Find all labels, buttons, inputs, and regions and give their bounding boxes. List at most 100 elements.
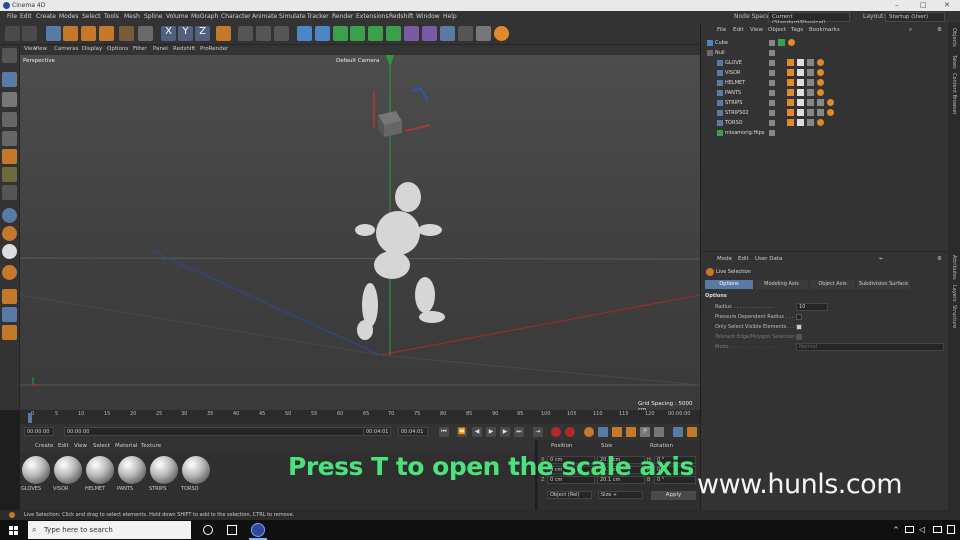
weight-tag-icon[interactable] <box>817 89 824 96</box>
undo-icon[interactable] <box>5 26 20 41</box>
notifications-icon[interactable] <box>947 525 955 534</box>
close-icon[interactable]: ✕ <box>944 1 950 9</box>
model-mode-icon[interactable] <box>2 72 17 87</box>
mode-dropdown[interactable]: Normal <box>796 343 944 351</box>
menu-redshift[interactable]: Redshift <box>389 13 413 20</box>
material-menu-create[interactable]: Create <box>35 443 53 449</box>
menu-tools[interactable]: Tools <box>104 13 119 20</box>
points-mode-icon[interactable] <box>2 112 17 127</box>
material-menu-material[interactable]: Material <box>115 443 137 449</box>
parameter-key-icon[interactable]: P <box>640 427 650 437</box>
texture-tag-icon[interactable] <box>807 89 814 96</box>
om-search-icon[interactable]: ⌕ <box>909 27 912 34</box>
weight-tag-icon[interactable] <box>827 99 834 106</box>
phong-tag-icon[interactable] <box>797 59 804 66</box>
skin-tag-icon[interactable] <box>787 69 794 76</box>
range-end-field[interactable]: 00:04:01 <box>363 427 391 436</box>
polygons-mode-icon[interactable] <box>2 149 17 164</box>
menu-create[interactable]: Create <box>36 13 56 20</box>
select-tool-icon[interactable] <box>46 26 61 41</box>
pen-spline-icon[interactable] <box>315 26 330 41</box>
start-time-field[interactable]: 00:00:00 <box>64 427 364 436</box>
om-settings-icon[interactable]: ⚙ <box>937 27 942 33</box>
skin-tag-icon[interactable] <box>787 119 794 126</box>
volume-icon[interactable]: ◁ <box>919 525 925 534</box>
render-settings-icon[interactable] <box>274 26 289 41</box>
phong-tag-icon[interactable] <box>797 109 804 116</box>
edges-mode-icon[interactable] <box>2 131 17 146</box>
model-mode-icon[interactable] <box>138 26 153 41</box>
menu-tracker[interactable]: Tracker <box>307 13 329 20</box>
keyframe-selection-icon[interactable] <box>584 427 594 437</box>
max-time-field[interactable]: 00:04:01 <box>398 427 428 436</box>
scale-tool-icon[interactable] <box>81 26 96 41</box>
workplane-icon[interactable] <box>2 244 17 259</box>
rotation-key-icon[interactable] <box>626 427 636 437</box>
menu-spline[interactable]: Spline <box>144 13 162 20</box>
texture-tag-icon[interactable] <box>807 79 814 86</box>
snap-icon[interactable] <box>2 208 17 223</box>
axis-mode-icon[interactable] <box>2 185 17 200</box>
viewport-camera-label[interactable]: Default Camera <box>336 58 379 64</box>
visibility-toggle[interactable] <box>769 120 775 126</box>
cinema4d-taskbar-icon[interactable] <box>251 523 265 537</box>
material-swatch[interactable]: HELMET <box>85 456 115 494</box>
menu-render[interactable]: Render <box>332 13 353 20</box>
cloner-icon[interactable] <box>368 26 383 41</box>
tab-subdivision-surface[interactable]: Subdivision Surface <box>857 280 910 289</box>
scale-key-icon[interactable] <box>612 427 622 437</box>
radius-input[interactable]: 10 <box>796 303 828 311</box>
phong-tag-icon[interactable] <box>797 69 804 76</box>
viewport-menu-redshift[interactable]: Redshift <box>173 46 195 52</box>
object-row-strips02[interactable]: STRIPS02 <box>701 108 948 118</box>
am-menu-user-data[interactable]: User Data <box>755 256 782 262</box>
recent-tools-icon[interactable] <box>119 26 134 41</box>
visibility-toggle[interactable] <box>769 110 775 116</box>
material-swatch[interactable]: VISOR <box>53 456 83 494</box>
menu-help[interactable]: Help <box>443 13 457 20</box>
check-tag-icon[interactable] <box>778 39 785 46</box>
tag-icon[interactable] <box>788 39 795 46</box>
menu-modes[interactable]: Modes <box>59 13 78 20</box>
vtab-layers[interactable]: Layers <box>951 285 957 302</box>
weight-tag-icon[interactable] <box>827 109 834 116</box>
timeline-window-icon[interactable] <box>673 427 683 437</box>
vtab-attributes[interactable]: Attributes <box>951 255 957 280</box>
am-menu-edit[interactable]: Edit <box>738 256 749 262</box>
visibility-toggle[interactable] <box>769 80 775 86</box>
menu-edit[interactable]: Edit <box>20 13 32 20</box>
floor-icon[interactable] <box>422 26 437 41</box>
texture-tag-icon[interactable] <box>807 119 814 126</box>
vtab-takes[interactable]: Takes <box>951 55 957 69</box>
coordinate-system-icon[interactable] <box>216 26 231 41</box>
visible-only-checkbox[interactable] <box>796 324 802 330</box>
viewport-menu-view-label[interactable]: View <box>34 46 47 52</box>
windows-start-icon[interactable] <box>9 526 18 535</box>
array-icon[interactable] <box>350 26 365 41</box>
texture-tag-icon[interactable] <box>807 99 814 106</box>
skin-tag-icon[interactable] <box>787 79 794 86</box>
visibility-toggle[interactable] <box>769 60 775 66</box>
om-menu-view[interactable]: View <box>750 27 763 33</box>
texture-tag-icon[interactable] <box>807 69 814 76</box>
skin-tag-icon[interactable] <box>787 59 794 66</box>
uv-mode-icon[interactable] <box>2 167 17 182</box>
play-icon[interactable]: ▶ <box>486 427 496 437</box>
tray-chevron-icon[interactable]: ^ <box>893 526 899 534</box>
locked-workplane-icon[interactable] <box>2 289 17 304</box>
cortana-icon[interactable] <box>203 525 213 535</box>
network-icon[interactable] <box>905 526 914 533</box>
perspective-viewport[interactable]: Perspective Default Camera Grid Spacing … <box>20 55 700 410</box>
skin-tag-icon[interactable] <box>787 99 794 106</box>
menu-select[interactable]: Select <box>82 13 101 20</box>
position-key-icon[interactable] <box>598 427 608 437</box>
tab-options[interactable]: Options <box>705 280 753 289</box>
phong-tag-icon[interactable] <box>797 119 804 126</box>
y-axis-lock-icon[interactable]: Y <box>178 26 193 41</box>
goto-end-icon[interactable]: ⏭ <box>514 427 524 437</box>
redshift-icon[interactable] <box>494 26 509 41</box>
menu-volume[interactable]: Volume <box>166 13 188 20</box>
mograph-icon[interactable] <box>386 26 401 41</box>
autokey-icon[interactable] <box>565 427 575 437</box>
size-mode-dropdown[interactable]: Size + <box>598 491 643 499</box>
